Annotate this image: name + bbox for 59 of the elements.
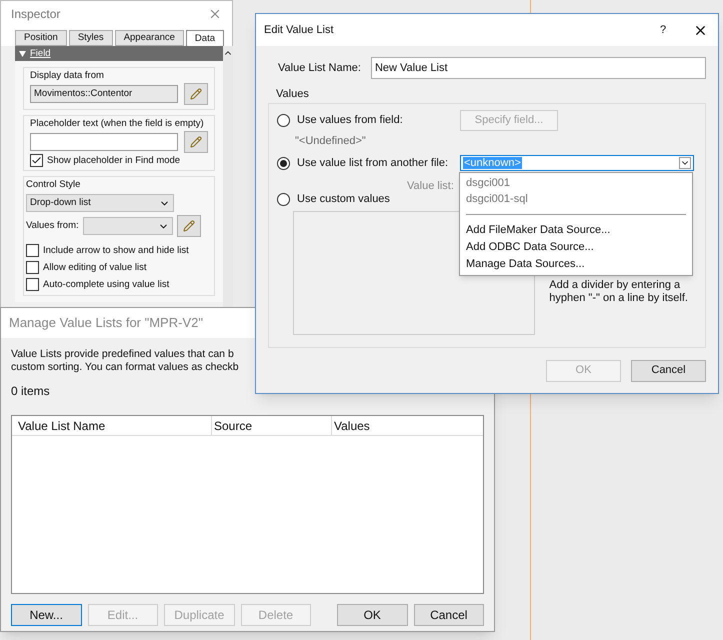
column-header[interactable]: Values bbox=[332, 416, 483, 435]
checkbox[interactable] bbox=[26, 244, 39, 257]
menu-item[interactable]: Manage Data Sources... bbox=[460, 256, 692, 273]
radio-button[interactable] bbox=[277, 156, 290, 170]
chevron-down-icon[interactable] bbox=[679, 157, 691, 170]
group-label: Values bbox=[276, 87, 310, 102]
column-header[interactable]: Source bbox=[212, 416, 332, 435]
dialog-button[interactable]: Cancel bbox=[631, 360, 706, 382]
section-header[interactable]: Field bbox=[15, 46, 223, 61]
pencil-icon bbox=[190, 136, 202, 148]
radio-label: Use values from field: bbox=[297, 112, 404, 128]
help-button[interactable]: ? bbox=[653, 22, 673, 38]
menu-item[interactable]: Add ODBC Data Source... bbox=[460, 239, 692, 256]
dialog-title: Manage Value Lists for "MPR-V2" bbox=[9, 314, 203, 332]
tab[interactable]: Position bbox=[15, 30, 67, 46]
item-count: 0 items bbox=[11, 383, 51, 400]
field-value: "<Undefined>" bbox=[295, 134, 367, 148]
dialog-button[interactable]: New... bbox=[11, 604, 82, 626]
pencil-icon bbox=[182, 220, 195, 232]
description-text: custom sorting. You can format values as checkb bbox=[11, 361, 239, 374]
menu-item[interactable]: Add FileMaker Data Source... bbox=[460, 222, 692, 239]
edit-button[interactable] bbox=[184, 83, 208, 105]
checkbox[interactable] bbox=[30, 154, 43, 167]
checkbox-label: Show placeholder in Find mode bbox=[47, 154, 180, 166]
pencil-icon bbox=[190, 88, 202, 100]
dialog-button[interactable]: OK bbox=[337, 604, 408, 626]
panel-title: Inspector bbox=[11, 8, 60, 20]
description-text: Value Lists provide predefined values that can b bbox=[11, 348, 234, 361]
tab[interactable]: Appearance bbox=[114, 30, 184, 46]
field-label: Value List Name: bbox=[278, 60, 361, 76]
hint-text: Add a divider by entering a hyphen "-" on a line by itself. bbox=[549, 278, 689, 306]
radio-label: Use custom values bbox=[297, 192, 390, 207]
checkbox-label: Include arrow to show and hide list bbox=[43, 244, 189, 256]
radio-button[interactable] bbox=[277, 114, 290, 126]
menu-item[interactable]: dsgci001 bbox=[460, 175, 692, 191]
control-style-dropdown[interactable]: Drop-down list bbox=[26, 194, 174, 212]
menu-item[interactable]: dsgci001-sql bbox=[460, 191, 692, 207]
tab[interactable]: Styles bbox=[68, 30, 113, 46]
edit-button[interactable] bbox=[176, 215, 201, 237]
triangle-icon bbox=[19, 50, 26, 56]
group-label: Control Style bbox=[26, 179, 82, 191]
name-input[interactable]: New Value List bbox=[370, 57, 706, 79]
radio-label: Use value list from another file: bbox=[297, 156, 450, 171]
group-label: Display data from bbox=[30, 70, 105, 82]
dialog-button[interactable]: Cancel bbox=[414, 604, 484, 626]
placeholder-input[interactable] bbox=[30, 133, 178, 151]
edit-button[interactable] bbox=[184, 131, 208, 153]
checkbox-label: Allow editing of value list bbox=[43, 262, 146, 274]
checkbox[interactable] bbox=[26, 261, 39, 274]
field-name-box[interactable]: Movimentos::Contentor bbox=[30, 85, 178, 103]
checkbox[interactable] bbox=[26, 278, 39, 291]
field-label: Values from: bbox=[26, 220, 79, 232]
field-label: Value list: bbox=[407, 178, 454, 194]
group-label: Placeholder text (when the field is empty) bbox=[30, 118, 205, 130]
radio-button[interactable] bbox=[277, 192, 290, 206]
column-header[interactable]: Value List Name bbox=[12, 416, 212, 435]
dialog-title: Edit Value List bbox=[264, 22, 335, 38]
checkbox-label: Auto-complete using value list bbox=[43, 278, 170, 290]
tab[interactable]: Data bbox=[186, 30, 224, 46]
